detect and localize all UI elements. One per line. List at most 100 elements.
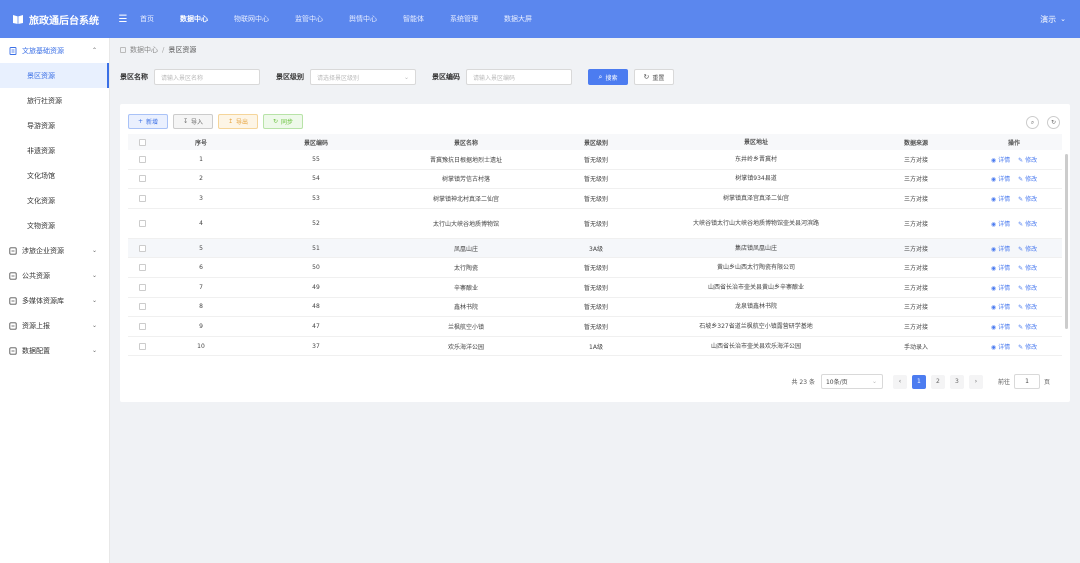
row-checkbox[interactable] xyxy=(128,342,156,350)
menu-collapse-icon[interactable]: ☰ xyxy=(116,12,130,26)
detail-link[interactable]: ◉ 详情 xyxy=(991,342,1010,351)
sidebar-sub-item-5[interactable]: 文化资源 xyxy=(0,188,109,213)
row-checkbox[interactable] xyxy=(128,175,156,183)
import-icon: ↧ xyxy=(182,118,188,125)
nav-item-6[interactable]: 系统管理 xyxy=(450,14,478,24)
sidebar-group-open[interactable]: 文旅基础资源 ⌃ xyxy=(0,38,109,63)
user-name: 演示 xyxy=(1040,14,1057,24)
sidebar-group-4[interactable]: 数据配置 ⌄ xyxy=(0,338,109,363)
edit-link[interactable]: ✎ 修改 xyxy=(1018,219,1037,228)
sidebar-group-3[interactable]: 资源上报 ⌄ xyxy=(0,313,109,338)
cell-level: 3A级 xyxy=(589,245,603,253)
nav-item-3[interactable]: 监管中心 xyxy=(295,14,323,24)
building-icon xyxy=(9,246,17,255)
cell-seq: 8 xyxy=(199,303,203,311)
nav-item-0[interactable]: 首页 xyxy=(140,14,154,24)
edit-icon: ✎ xyxy=(1018,304,1024,312)
table-row[interactable]: 2 54 树掌镇芳信古村落 暂无级别 树掌镇934县道 三方对接 ◉ 详情 ✎ 修改 xyxy=(128,170,1062,190)
prev-page-icon[interactable]: ‹ xyxy=(892,374,907,389)
code-input[interactable]: 请输入景区编码 xyxy=(466,69,572,85)
name-input[interactable]: 请输入景区名称 xyxy=(154,69,260,85)
detail-link[interactable]: ◉ 详情 xyxy=(991,302,1010,311)
edit-link[interactable]: ✎ 修改 xyxy=(1018,302,1037,311)
search-button[interactable]: ⌕ 搜索 xyxy=(588,69,628,85)
edit-link[interactable]: ✎ 修改 xyxy=(1018,174,1037,183)
search-icon: ⌕ xyxy=(598,72,603,81)
checkbox-box xyxy=(138,155,146,163)
row-checkbox[interactable] xyxy=(128,322,156,330)
chevron-down-icon: ⌄ xyxy=(403,73,409,81)
page-size-select[interactable]: 10条/页 ⌄ xyxy=(820,374,883,389)
sync-button[interactable]: ↻ 同步 xyxy=(263,114,303,129)
table-row[interactable]: 10 37 欢乐海洋公园 1A级 山西省长治市壶关县欢乐海洋公园 手动录入 ◉ 详情 ✎ 修改 xyxy=(128,337,1062,357)
row-checkbox[interactable] xyxy=(128,283,156,291)
edit-link[interactable]: ✎ 修改 xyxy=(1018,194,1037,203)
table-row[interactable]: 8 48 鑫林书院 暂无级别 龙泉镇鑫林书院 三方对接 ◉ 详情 ✎ 修改 xyxy=(128,298,1062,318)
add-button[interactable]: + 新增 xyxy=(128,114,168,129)
cell-level: 暂无级别 xyxy=(583,195,608,203)
edit-link[interactable]: ✎ 修改 xyxy=(1018,263,1037,272)
table-row[interactable]: 4 52 太行山大峡谷地质博物馆 暂无级别 大峡谷镇太行山大峡谷地质博物馆壶关县河滨路 三… xyxy=(128,209,1062,239)
nav-item-5[interactable]: 智能体 xyxy=(403,14,424,24)
edit-link[interactable]: ✎ 修改 xyxy=(1018,342,1037,351)
sidebar-group-0[interactable]: 涉旅企业资源 ⌄ xyxy=(0,238,109,263)
page-2[interactable]: 2 xyxy=(930,374,945,389)
row-checkbox[interactable] xyxy=(128,244,156,252)
edit-link[interactable]: ✎ 修改 xyxy=(1018,322,1037,331)
sidebar-sub-item-6[interactable]: 文物资源 xyxy=(0,213,109,238)
reset-button[interactable]: ↻ 重置 xyxy=(634,69,674,85)
detail-link[interactable]: ◉ 详情 xyxy=(991,322,1010,331)
nav-item-1[interactable]: 数据中心 xyxy=(180,14,208,24)
detail-link[interactable]: ◉ 详情 xyxy=(991,219,1010,228)
row-checkbox[interactable] xyxy=(128,264,156,272)
sidebar-group-2[interactable]: 多媒体资源库 ⌄ xyxy=(0,288,109,313)
detail-link[interactable]: ◉ 详情 xyxy=(991,244,1010,253)
table-row[interactable]: 9 47 兰枫航空小镇 暂无级别 石坡乡327省道兰枫航空小镇露营研学基地 三方对接 ◉ 详情… xyxy=(128,317,1062,337)
page-1[interactable]: 1 xyxy=(911,374,926,389)
row-checkbox[interactable] xyxy=(128,303,156,311)
brand: 旅政通后台系统 xyxy=(0,0,110,38)
user-menu[interactable]: 演示 ⌄ xyxy=(1040,0,1066,38)
goto-input[interactable]: 1 xyxy=(1013,374,1040,389)
detail-link[interactable]: ◉ 详情 xyxy=(991,194,1010,203)
import-button[interactable]: ↧ 导入 xyxy=(173,114,213,129)
edit-link[interactable]: ✎ 修改 xyxy=(1018,283,1037,292)
edit-link[interactable]: ✎ 修改 xyxy=(1018,244,1037,253)
detail-link[interactable]: ◉ 详情 xyxy=(991,155,1010,164)
sidebar-group-1[interactable]: 公共资源 ⌄ xyxy=(0,263,109,288)
sidebar-sub-item-3[interactable]: 非遗资源 xyxy=(0,138,109,163)
detail-link[interactable]: ◉ 详情 xyxy=(991,283,1010,292)
select-all-checkbox[interactable] xyxy=(128,138,156,146)
sidebar-sub-item-1[interactable]: 旅行社资源 xyxy=(0,88,109,113)
table-scrollbar[interactable] xyxy=(1065,154,1068,329)
table-row[interactable]: 6 50 太行陶瓷 暂无级别 黄山乡山西太行陶瓷有限公司 三方对接 ◉ 详情 ✎ 修改 xyxy=(128,258,1062,278)
page-3[interactable]: 3 xyxy=(949,374,964,389)
table-row[interactable]: 5 51 凤凰山庄 3A级 集店镇凤凰山庄 三方对接 ◉ 详情 ✎ 修改 xyxy=(128,238,1062,259)
table-row[interactable]: 3 53 树掌镇神北村真泽二仙宫 暂无级别 树掌镇真泽宫真泽二仙宫 三方对接 ◉ 详情 ✎ 修改 xyxy=(128,189,1062,209)
edit-link[interactable]: ✎ 修改 xyxy=(1018,155,1037,164)
next-page-icon[interactable]: › xyxy=(968,374,983,389)
table-row[interactable]: 7 49 辛寨酿业 暂无级别 山西省长治市壶关县黄山乡辛寨酿业 三方对接 ◉ 详情 ✎ 修改 xyxy=(128,278,1062,298)
sidebar-sub-item-0[interactable]: 景区资源 xyxy=(0,63,109,88)
detail-link[interactable]: ◉ 详情 xyxy=(991,263,1010,272)
sidebar-sub-item-2[interactable]: 导游资源 xyxy=(0,113,109,138)
nav-item-4[interactable]: 舆情中心 xyxy=(349,14,377,24)
refresh-icon[interactable]: ↻ xyxy=(1047,116,1060,129)
row-checkbox[interactable] xyxy=(128,194,156,202)
nav-item-7[interactable]: 数据大屏 xyxy=(504,14,532,24)
cell-addr: 黄山乡山西太行陶瓷有限公司 xyxy=(716,264,795,272)
col-level: 景区级别 xyxy=(583,139,608,147)
search-toggle-icon[interactable]: ⌕ xyxy=(1026,116,1039,129)
sidebar-sub-item-4[interactable]: 文化场馆 xyxy=(0,163,109,188)
level-select[interactable]: 请选择景区级别 ⌄ xyxy=(310,69,416,85)
detail-link[interactable]: ◉ 详情 xyxy=(991,174,1010,183)
nav-item-2[interactable]: 物联网中心 xyxy=(234,14,269,24)
export-button[interactable]: ↥ 导出 xyxy=(218,114,258,129)
breadcrumb-root[interactable]: 数据中心 xyxy=(130,45,158,55)
row-checkbox[interactable] xyxy=(128,219,156,227)
cell-code: 50 xyxy=(312,264,320,272)
cell-addr: 大峡谷镇太行山大峡谷地质博物馆壶关县河滨路 xyxy=(692,219,819,227)
export-icon: ↥ xyxy=(227,118,233,125)
row-checkbox[interactable] xyxy=(128,155,156,163)
table-row[interactable]: 1 55 晋冀豫抗日根据地烈士遗址 暂无级别 东井岭乡晋冀村 三方对接 ◉ 详情 ✎ 修改 xyxy=(128,150,1062,170)
